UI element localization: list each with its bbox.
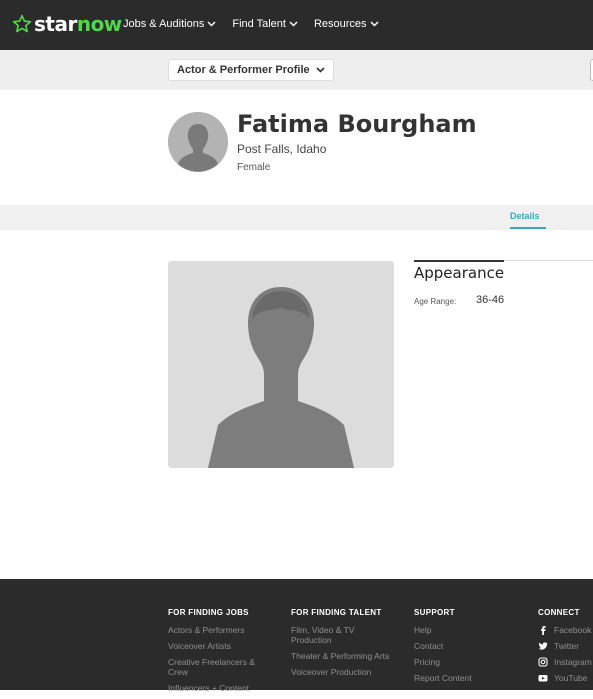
footer-link-twitter[interactable]: Twitter — [538, 641, 593, 651]
logo-wordmark: starnow — [34, 12, 122, 36]
avatar — [168, 112, 228, 172]
profile-tab-bar — [0, 205, 593, 230]
profile-name: Fatima Bourgham — [237, 110, 477, 138]
footer-link[interactable]: Theater & Performing Arts — [291, 651, 391, 661]
tab-details[interactable]: Details — [510, 211, 540, 221]
age-range-label: Age Range: — [414, 297, 457, 306]
footer-link[interactable]: Film, Video & TV Production — [291, 625, 391, 645]
footer-heading: SUPPORT — [414, 608, 455, 617]
chevron-down-icon — [207, 21, 216, 27]
footer-link[interactable]: Creative Freelancers & Crew — [168, 657, 274, 677]
footer-link[interactable]: Actors & Performers — [168, 625, 274, 635]
footer-link[interactable]: Pricing — [414, 657, 514, 667]
chevron-down-icon — [316, 67, 325, 73]
footer-link[interactable]: Contact — [414, 641, 514, 651]
footer-heading: FOR FINDING TALENT — [291, 608, 382, 617]
profile-location: Post Falls, Idaho — [237, 142, 327, 156]
footer-link-facebook[interactable]: Facebook — [538, 625, 593, 635]
footer-link[interactable]: Help — [414, 625, 514, 635]
nav-resources[interactable]: Resources — [314, 18, 379, 30]
starnow-logo[interactable]: starnow — [12, 12, 122, 36]
footer-heading: FOR FINDING JOBS — [168, 608, 249, 617]
chevron-down-icon — [370, 21, 379, 27]
footer-col-connect: CONNECT Facebook Twitter Instagram YouTu… — [538, 608, 593, 689]
appearance-heading: Appearance — [414, 264, 505, 282]
footer-link[interactable]: Voiceover Artists — [168, 641, 274, 651]
star-logo-icon — [12, 14, 32, 34]
facebook-icon — [538, 625, 548, 635]
footer-link-youtube[interactable]: YouTube — [538, 673, 593, 683]
top-navigation: starnow Jobs & Auditions Find Talent Res… — [0, 0, 593, 50]
footer-col-finding-jobs: FOR FINDING JOBS Actors & Performers Voi… — [168, 608, 274, 699]
footer-col-finding-talent: FOR FINDING TALENT Film, Video & TV Prod… — [291, 608, 391, 683]
footer-link[interactable]: Voiceover Production — [291, 667, 391, 677]
active-tab-indicator — [510, 227, 546, 229]
twitter-icon — [538, 641, 548, 651]
age-range-value: 36-46 — [476, 294, 505, 306]
footer-link-instagram[interactable]: Instagram — [538, 657, 593, 667]
footer-link[interactable]: Report Content — [414, 673, 514, 683]
profile-gender: Female — [237, 162, 271, 173]
chevron-down-icon — [289, 21, 298, 27]
appearance-divider-light — [504, 260, 593, 261]
nav-jobs-auditions[interactable]: Jobs & Auditions — [123, 18, 216, 30]
appearance-divider — [414, 260, 504, 262]
profile-photo-placeholder[interactable] — [168, 261, 394, 468]
profile-type-dropdown[interactable]: Actor & Performer Profile — [168, 59, 334, 81]
footer-col-support: SUPPORT Help Contact Pricing Report Cont… — [414, 608, 514, 689]
nav-find-talent[interactable]: Find Talent — [232, 18, 298, 30]
footer-heading: CONNECT — [538, 608, 580, 617]
youtube-icon — [538, 673, 548, 683]
footer-link[interactable]: Influencers + Content — [168, 683, 274, 693]
instagram-icon — [538, 657, 548, 667]
